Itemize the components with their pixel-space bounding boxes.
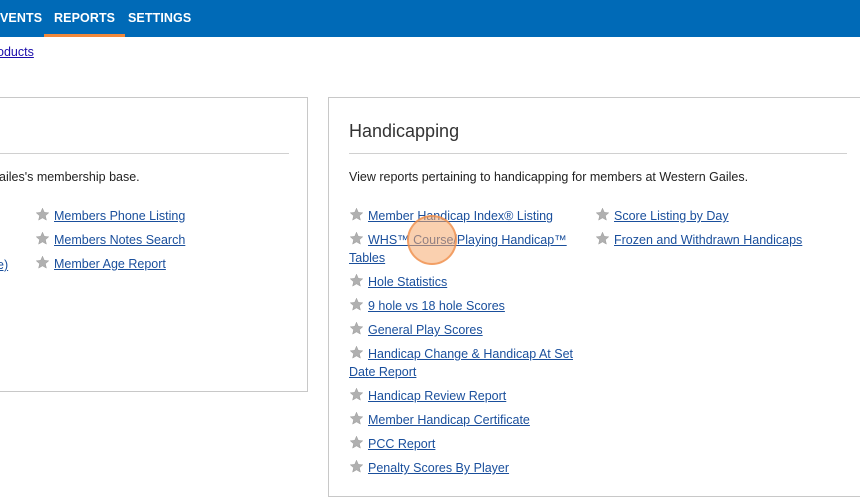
report-item[interactable]: Member Handicap Certificate (349, 411, 530, 429)
star-icon[interactable] (35, 231, 50, 246)
panel-description: View reports pertaining to handicapping … (349, 170, 749, 184)
report-item[interactable]: Handicap Change & Handicap At Set Date Re… (349, 345, 589, 381)
report-link-label-line2[interactable]: Date Report (349, 365, 416, 379)
report-link-label[interactable]: Score Listing by Day (614, 209, 729, 223)
report-item[interactable]: WHS™ Course/Playing Handicap™ Tables (349, 231, 589, 267)
top-navigation-bar: VENTS REPORTS SETTINGS (0, 0, 860, 37)
nav-events[interactable]: VENTS (0, 0, 42, 37)
nav-settings[interactable]: SETTINGS (128, 0, 191, 37)
star-icon[interactable] (349, 345, 364, 360)
handicapping-panel: Handicapping View reports pertaining to … (328, 97, 860, 497)
report-item[interactable]: General Play Scores (349, 321, 483, 339)
report-item[interactable]: Hole Statistics (349, 273, 447, 291)
report-item[interactable]: Members Notes Search (35, 231, 185, 249)
report-link-label[interactable]: Handicap Change & Handicap At Set (368, 347, 573, 361)
breadcrumb-link[interactable]: oducts (0, 45, 34, 59)
report-link-label[interactable]: Penalty Scores By Player (368, 461, 509, 475)
report-link-label[interactable]: Handicap Review Report (368, 389, 506, 403)
star-icon[interactable] (349, 231, 364, 246)
star-icon[interactable] (349, 273, 364, 288)
report-item[interactable]: Member Handicap Index® Listing (349, 207, 553, 225)
report-link-label[interactable]: Members Notes Search (54, 233, 185, 247)
star-icon[interactable] (349, 387, 364, 402)
panel-description: ailes's membership base. (0, 170, 140, 184)
panel-divider (349, 153, 847, 154)
report-link-label[interactable]: WHS™ Course/Playing Handicap™ (368, 233, 567, 247)
report-item[interactable]: Frozen and Withdrawn Handicaps (595, 231, 802, 249)
report-link-label[interactable]: Frozen and Withdrawn Handicaps (614, 233, 802, 247)
report-link-label[interactable]: 9 hole vs 18 hole Scores (368, 299, 505, 313)
star-icon[interactable] (35, 255, 50, 270)
star-icon[interactable] (35, 207, 50, 222)
report-link-label[interactable]: e) (0, 258, 8, 272)
report-item[interactable]: Score Listing by Day (595, 207, 729, 225)
star-icon[interactable] (349, 321, 364, 336)
report-item[interactable]: Handicap Review Report (349, 387, 506, 405)
star-icon[interactable] (349, 297, 364, 312)
nav-reports[interactable]: REPORTS (44, 0, 126, 37)
report-link-label[interactable]: General Play Scores (368, 323, 483, 337)
report-link-label[interactable]: Member Age Report (54, 257, 166, 271)
star-icon[interactable] (349, 435, 364, 450)
report-link-label[interactable]: Member Handicap Certificate (368, 413, 530, 427)
panel-title: Handicapping (349, 121, 460, 141)
report-item[interactable]: Penalty Scores By Player (349, 459, 509, 477)
membership-reports-panel: ailes's membership base. e) Members Phon… (0, 97, 308, 392)
star-icon[interactable] (349, 411, 364, 426)
report-item[interactable]: Members Phone Listing (35, 207, 185, 225)
star-icon[interactable] (349, 207, 364, 222)
star-icon[interactable] (595, 231, 610, 246)
report-item[interactable]: 9 hole vs 18 hole Scores (349, 297, 505, 315)
report-link-label-line2[interactable]: Tables (349, 251, 385, 265)
star-icon[interactable] (349, 459, 364, 474)
panel-divider (0, 153, 289, 154)
report-item[interactable]: Member Age Report (35, 255, 166, 273)
click-indicator (407, 215, 457, 265)
report-link-label[interactable]: Hole Statistics (368, 275, 447, 289)
report-item[interactable]: PCC Report (349, 435, 435, 453)
report-link-label[interactable]: PCC Report (368, 437, 435, 451)
report-link-cut[interactable]: e) (0, 256, 8, 274)
star-icon[interactable] (595, 207, 610, 222)
report-link-label[interactable]: Members Phone Listing (54, 209, 185, 223)
report-link-label[interactable]: Member Handicap Index® Listing (368, 209, 553, 223)
